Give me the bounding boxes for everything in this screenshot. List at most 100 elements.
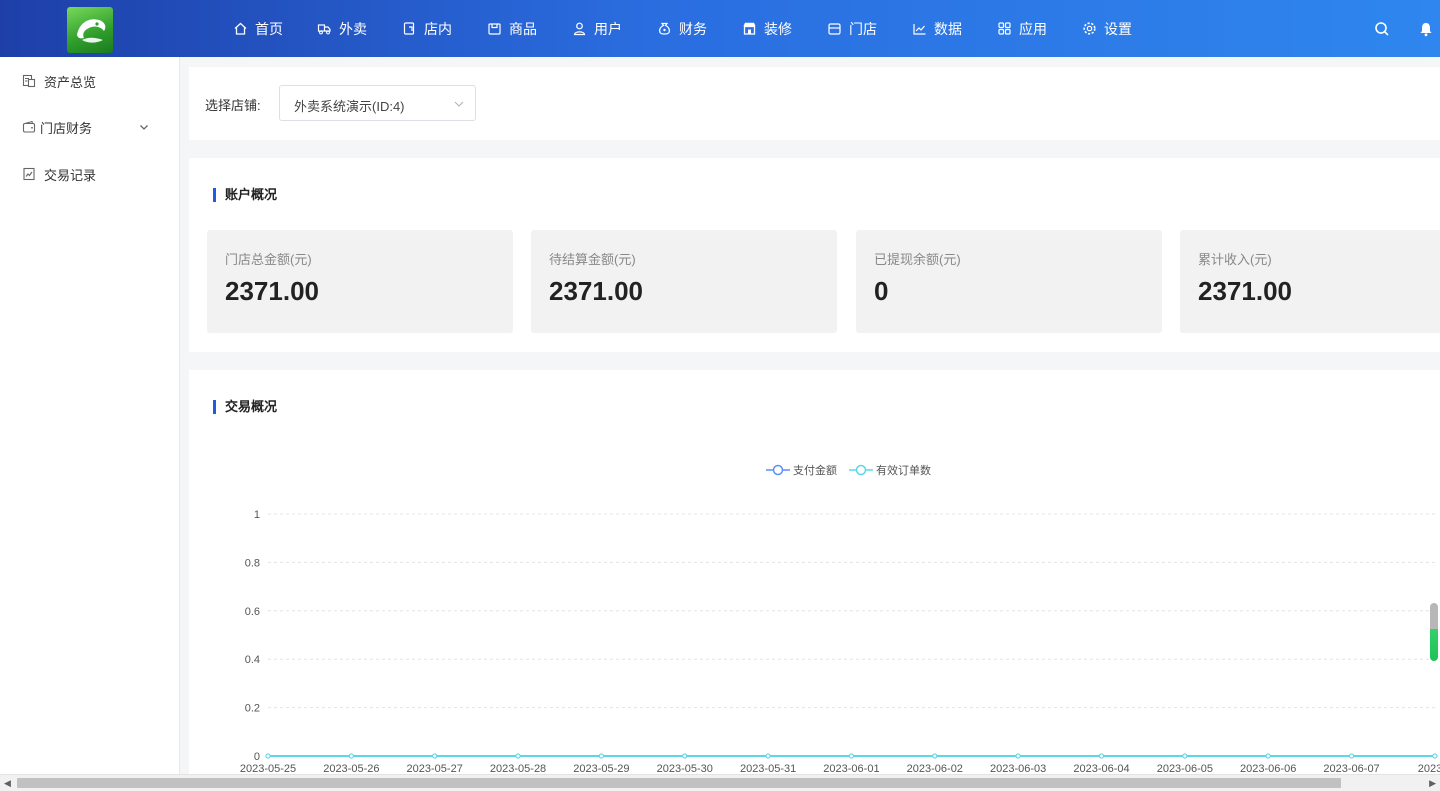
delivery-icon — [317, 24, 331, 35]
nav-item-label: 门店 — [849, 20, 877, 37]
x-tick-label: 2023-06-03 — [990, 763, 1046, 774]
data-point — [1099, 753, 1104, 759]
nav-item-label: 外卖 — [339, 20, 367, 37]
nav-item-delivery[interactable]: 外卖 — [317, 0, 367, 57]
nav-item-gear[interactable]: 设置 — [1082, 0, 1132, 57]
stat-card-value: 0 — [874, 276, 889, 306]
y-tick-label: 0 — [254, 751, 260, 763]
nav-item-finance[interactable]: 财务 — [657, 0, 707, 57]
nav-item-store[interactable]: 门店 — [827, 0, 877, 57]
bell-icon[interactable] — [1418, 21, 1434, 37]
data-point — [1432, 753, 1438, 759]
stat-card-value: 2371.00 — [1198, 276, 1292, 306]
x-tick-label: 2023-05-28 — [490, 763, 546, 774]
x-tick-label: 2023-05-25 — [240, 763, 296, 774]
nav-item-data[interactable]: 数据 — [912, 0, 962, 57]
nav-item-home[interactable]: 首页 — [233, 0, 283, 57]
nav-item-label: 财务 — [679, 20, 707, 37]
x-tick-label: 2023-05-27 — [407, 763, 463, 774]
x-tick-label: 2023-05-26 — [323, 763, 379, 774]
stat-card-label: 已提现余额(元) — [874, 252, 961, 267]
x-tick-label: 2023-06-04 — [1073, 763, 1129, 774]
transaction-line-chart: 0 0.2 0.4 0.6 0.8 1 2023-05-25 2023-05-26 2023-0… — [240, 509, 1440, 774]
store-select-label: 选择店铺: — [205, 98, 261, 113]
vertical-scrollbar-thumb[interactable] — [1430, 603, 1438, 661]
nav-item-dine-in[interactable]: 店内 — [402, 0, 452, 57]
top-navigation-bar: 首页 外卖 店内 商品 用户 财务 装修 门店 数据 应用 设置 — [0, 0, 1440, 57]
chevron-down-icon[interactable] — [138, 121, 150, 133]
sidebar-item-label: 门店财务 — [40, 120, 93, 136]
x-tick-label: 2023-0 — [1418, 763, 1440, 774]
nav-item-apps[interactable]: 应用 — [997, 0, 1047, 57]
sidebar-item-transaction-records[interactable]: 交易记录 — [0, 159, 179, 189]
account-overview-panel: 账户概况 门店总金额(元) 2371.00 待结算金额(元) 2371.00 已… — [189, 158, 1440, 352]
y-tick-label: 0.8 — [245, 557, 260, 569]
home-icon — [234, 22, 247, 35]
search-icon[interactable] — [1374, 21, 1390, 37]
horizontal-scrollbar[interactable]: ◀ ▶ — [0, 774, 1440, 791]
nav-item-label: 设置 — [1104, 20, 1132, 37]
finance-icon — [659, 22, 670, 35]
dine-in-icon — [403, 22, 415, 35]
data-point — [432, 753, 438, 759]
account-overview-title: 账户概况 — [213, 188, 277, 202]
sidebar-item-store-finance[interactable]: 门店财务 — [0, 112, 179, 142]
scroll-left-arrow-icon[interactable]: ◀ — [4, 778, 11, 789]
goods-icon — [488, 23, 501, 35]
stat-card-label: 待结算金额(元) — [549, 252, 636, 267]
data-point — [515, 753, 521, 759]
y-tick-label: 0.6 — [245, 606, 260, 618]
sidebar-item-label: 资产总览 — [44, 74, 97, 90]
data-point — [1265, 753, 1271, 759]
y-tick-label: 0.4 — [245, 654, 260, 666]
x-tick-label: 2023-06-01 — [823, 763, 879, 774]
records-icon — [23, 167, 35, 181]
nav-item-label: 店内 — [424, 20, 452, 37]
nav-item-user[interactable]: 用户 — [572, 0, 622, 57]
nav-item-label: 商品 — [509, 20, 537, 37]
stat-card-value: 2371.00 — [225, 276, 319, 306]
data-point — [765, 753, 771, 759]
gear-icon — [1083, 22, 1096, 35]
x-tick-label: 2023-06-02 — [907, 763, 963, 774]
y-tick-label: 0.2 — [245, 703, 260, 715]
x-tick-label: 2023-06-07 — [1323, 763, 1379, 774]
y-tick-label: 1 — [254, 509, 260, 521]
scroll-right-arrow-icon[interactable]: ▶ — [1429, 778, 1436, 789]
apps-icon — [998, 22, 1011, 35]
logo-graphic — [77, 19, 106, 43]
store-select[interactable]: 外卖系统演示(ID:4) — [279, 85, 476, 121]
x-tick-label: 2023-05-30 — [657, 763, 713, 774]
sidebar-item-label: 交易记录 — [44, 167, 97, 183]
header-actions — [1374, 0, 1440, 57]
wallet-icon — [22, 120, 36, 133]
nav-item-label: 用户 — [594, 20, 622, 37]
assets-icon — [22, 74, 36, 88]
transaction-overview-panel: 交易概况 支付金额 有效订单数 0 0.2 0.4 0.6 0.8 1 2023-05-25… — [189, 370, 1440, 774]
brand-logo[interactable] — [67, 7, 113, 53]
main-nav: 首页 外卖 店内 商品 用户 财务 装修 门店 数据 应用 设置 — [233, 0, 1132, 57]
data-point — [265, 753, 271, 759]
stat-card-value: 2371.00 — [549, 276, 643, 306]
x-tick-label: 2023-05-31 — [740, 763, 796, 774]
data-point — [848, 753, 854, 759]
data-point — [932, 753, 938, 759]
data-point — [1015, 753, 1021, 759]
nav-item-decoration[interactable]: 装修 — [742, 0, 792, 57]
data-point — [348, 753, 354, 759]
stat-card-store-total: 门店总金额(元) 2371.00 — [207, 230, 513, 333]
stat-card-label: 门店总金额(元) — [225, 252, 312, 267]
sidebar-item-assets-overview[interactable]: 资产总览 — [0, 66, 179, 96]
data-point — [598, 753, 604, 759]
chevron-down-icon — [454, 101, 464, 107]
data-icon — [913, 24, 926, 35]
store-select-value: 外卖系统演示(ID:4) — [294, 99, 405, 114]
nav-item-label: 首页 — [255, 20, 283, 37]
nav-item-goods[interactable]: 商品 — [487, 0, 537, 57]
stat-card-cumulative-income: 累计收入(元) 2371.00 — [1180, 230, 1440, 333]
data-point — [1182, 753, 1188, 759]
horizontal-scrollbar-thumb[interactable] — [17, 778, 1341, 788]
store-filter-panel: 选择店铺: 外卖系统演示(ID:4) — [189, 67, 1440, 140]
nav-item-label: 数据 — [934, 20, 962, 37]
user-icon — [573, 22, 586, 36]
